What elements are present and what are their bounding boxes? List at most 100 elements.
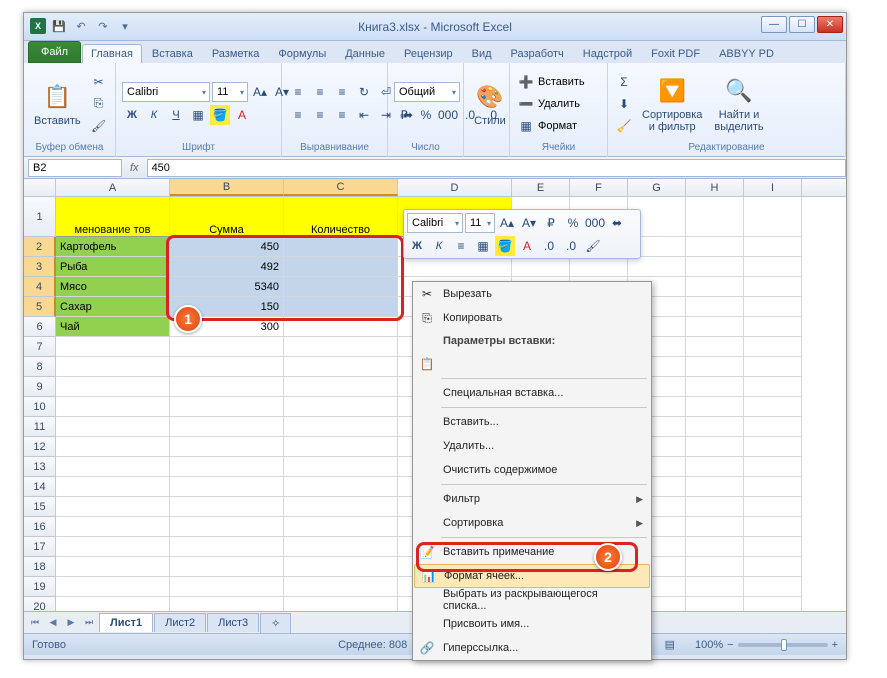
grow-font-icon[interactable]: A▴ [250, 82, 270, 102]
mini-dec-decimal-icon[interactable]: .0 [561, 236, 581, 256]
cell[interactable] [284, 377, 398, 397]
select-all-corner[interactable] [24, 179, 56, 196]
cell[interactable] [686, 517, 744, 537]
currency-icon[interactable]: ₽ [394, 105, 414, 125]
cell[interactable] [744, 257, 802, 277]
sheet-tab[interactable]: Лист1 [99, 613, 153, 632]
col-header[interactable]: F [570, 179, 628, 196]
cell[interactable] [744, 477, 802, 497]
cell[interactable] [284, 277, 398, 297]
view-pagebreak-icon[interactable]: ▤ [665, 638, 675, 651]
cell[interactable] [56, 437, 170, 457]
sheet-nav-first[interactable]: ⏮ [26, 614, 44, 632]
comma-icon[interactable]: 000 [438, 105, 458, 125]
col-header[interactable]: H [686, 179, 744, 196]
mini-italic-button[interactable]: К [429, 236, 449, 256]
zoom-slider[interactable] [738, 643, 828, 647]
cell[interactable]: 5340 [170, 277, 284, 297]
zoom-out-icon[interactable]: − [727, 639, 733, 651]
cell[interactable] [56, 537, 170, 557]
cell[interactable] [744, 417, 802, 437]
cell[interactable] [744, 517, 802, 537]
cell[interactable] [170, 557, 284, 577]
align-right-icon[interactable]: ≡ [332, 105, 352, 125]
cell[interactable] [686, 417, 744, 437]
cell[interactable] [686, 457, 744, 477]
mini-grow-font-icon[interactable]: A▴ [497, 213, 517, 233]
cell[interactable] [686, 317, 744, 337]
align-center-icon[interactable]: ≡ [310, 105, 330, 125]
underline-button[interactable]: Ч [166, 105, 186, 125]
row-header[interactable]: 16 [24, 517, 56, 537]
cell[interactable] [284, 417, 398, 437]
tab-formulas[interactable]: Формулы [269, 44, 335, 63]
cell[interactable] [56, 337, 170, 357]
mini-fill-icon[interactable]: 🪣 [495, 236, 515, 256]
file-tab[interactable]: Файл [28, 41, 81, 63]
row-header[interactable]: 13 [24, 457, 56, 477]
row-header[interactable]: 11 [24, 417, 56, 437]
mini-percent-icon[interactable]: % [563, 213, 583, 233]
clear-icon[interactable]: 🧹 [614, 116, 634, 136]
format-cells-icon[interactable]: ▦ [516, 116, 536, 136]
row-header[interactable]: 14 [24, 477, 56, 497]
cell[interactable]: Чай [56, 317, 170, 337]
row-header[interactable]: 4 [24, 277, 56, 297]
col-header[interactable]: D [398, 179, 512, 196]
mini-font-combo[interactable]: Calibri [407, 213, 463, 233]
insert-cells-icon[interactable]: ➕ [516, 72, 536, 92]
mini-border-icon[interactable]: ▦ [473, 236, 493, 256]
number-format-combo[interactable]: Общий [394, 82, 460, 102]
cell[interactable]: Сумма [170, 197, 284, 237]
cell[interactable] [744, 437, 802, 457]
cell[interactable]: Мясо [56, 277, 170, 297]
cell[interactable] [744, 377, 802, 397]
cell[interactable] [686, 577, 744, 597]
cell[interactable]: Картофель [56, 237, 170, 257]
row-header[interactable]: 15 [24, 497, 56, 517]
border-button[interactable]: ▦ [188, 105, 208, 125]
cell[interactable]: Рыба [56, 257, 170, 277]
cell[interactable] [686, 397, 744, 417]
align-middle-icon[interactable]: ≡ [310, 82, 330, 102]
cell[interactable] [56, 497, 170, 517]
cell[interactable] [56, 557, 170, 577]
cell[interactable] [686, 357, 744, 377]
cell[interactable] [284, 357, 398, 377]
new-sheet-button[interactable]: ✧ [260, 613, 291, 633]
cell[interactable] [686, 497, 744, 517]
cell[interactable] [56, 477, 170, 497]
row-header[interactable]: 3 [24, 257, 56, 277]
maximize-button[interactable]: ☐ [789, 16, 815, 33]
ctx-paste-option-default[interactable]: 📋 [413, 352, 651, 376]
cell[interactable] [284, 537, 398, 557]
align-top-icon[interactable]: ≡ [288, 82, 308, 102]
ctx-hyperlink[interactable]: 🔗Гиперссылка... [413, 636, 651, 660]
cell[interactable]: Сахар [56, 297, 170, 317]
tab-developer[interactable]: Разработч [502, 44, 573, 63]
tab-layout[interactable]: Разметка [203, 44, 269, 63]
italic-button[interactable]: К [144, 105, 164, 125]
cell[interactable] [284, 517, 398, 537]
ctx-sort[interactable]: Сортировка▶ [413, 511, 651, 535]
save-icon[interactable]: 💾 [50, 17, 68, 35]
cell[interactable] [686, 237, 744, 257]
cell[interactable] [170, 517, 284, 537]
row-header[interactable]: 5 [24, 297, 56, 317]
cell[interactable] [744, 397, 802, 417]
cell[interactable] [56, 397, 170, 417]
tab-review[interactable]: Рецензир [395, 44, 462, 63]
sheet-nav-last[interactable]: ⏭ [80, 614, 98, 632]
cell[interactable] [744, 317, 802, 337]
tab-foxit[interactable]: Foxit PDF [642, 44, 709, 63]
fill-color-button[interactable]: 🪣 [210, 105, 230, 125]
minimize-button[interactable]: — [761, 16, 787, 33]
cell[interactable] [512, 257, 570, 277]
mini-bold-button[interactable]: Ж [407, 236, 427, 256]
row-header[interactable]: 18 [24, 557, 56, 577]
cell[interactable] [170, 577, 284, 597]
autosum-icon[interactable]: Σ [614, 72, 634, 92]
font-name-combo[interactable]: Calibri [122, 82, 210, 102]
cell[interactable] [744, 277, 802, 297]
find-select-button[interactable]: 🔍Найти и выделить [710, 73, 767, 135]
